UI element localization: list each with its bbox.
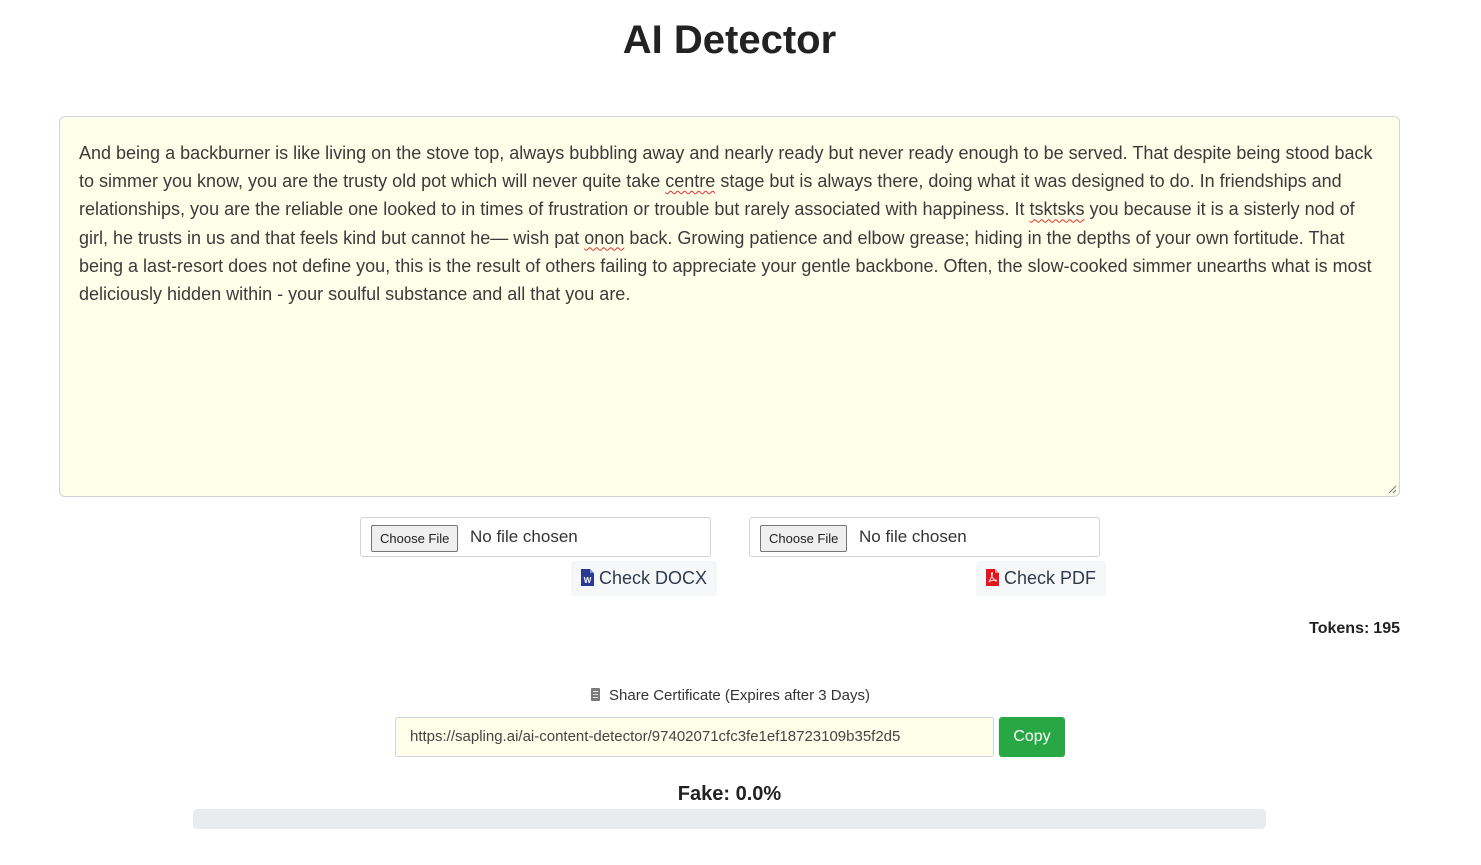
document-icon	[591, 688, 601, 701]
misspelled-word: onon	[584, 227, 625, 248]
pdf-choose-file-button[interactable]: Choose File	[760, 525, 848, 552]
svg-text:W: W	[584, 576, 592, 585]
token-count: Tokens: 195	[1309, 620, 1400, 638]
share-certificate-label: Share Certificate (Expires after 3 Days)	[0, 687, 1461, 704]
check-pdf-button[interactable]: Check PDF	[976, 561, 1107, 596]
tokens-label: Tokens:	[1309, 620, 1370, 637]
text-input-area[interactable]: And being a backburner is like living on…	[59, 116, 1400, 497]
pdf-file-input[interactable]: Choose File No file chosen	[749, 517, 1100, 557]
docx-choose-file-button[interactable]: Choose File	[371, 525, 459, 552]
docx-file-input[interactable]: Choose File No file chosen	[360, 517, 711, 557]
pdf-icon	[986, 569, 999, 586]
page: AI Detector And being a backburner is li…	[0, 0, 1481, 865]
copy-button[interactable]: Copy	[999, 717, 1065, 757]
page-title: AI Detector	[622, 18, 837, 62]
check-pdf-label: Check PDF	[1004, 568, 1097, 588]
fake-score: Fake: 0.0%	[0, 783, 1459, 806]
misspelled-word: tsktsks	[1029, 199, 1085, 220]
certificate-url-field[interactable]: https://sapling.ai/ai-content-detector/9…	[395, 717, 994, 757]
pdf-file-status: No file chosen	[859, 527, 967, 546]
tokens-value: 195	[1373, 620, 1400, 637]
fake-score-label: Fake:	[677, 783, 731, 805]
word-icon: W	[581, 569, 594, 586]
check-docx-label: Check DOCX	[599, 568, 708, 588]
check-docx-button[interactable]: W Check DOCX	[571, 561, 718, 596]
share-certificate-text: Share Certificate (Expires after 3 Days)	[609, 687, 870, 704]
resize-handle-icon[interactable]	[1387, 484, 1397, 494]
misspelled-word: centre	[665, 171, 716, 192]
fake-progress-bar	[193, 809, 1266, 829]
text-input-content: And being a backburner is like living on…	[79, 143, 1373, 304]
fake-score-value: 0.0%	[735, 783, 782, 805]
docx-file-status: No file chosen	[470, 527, 578, 546]
